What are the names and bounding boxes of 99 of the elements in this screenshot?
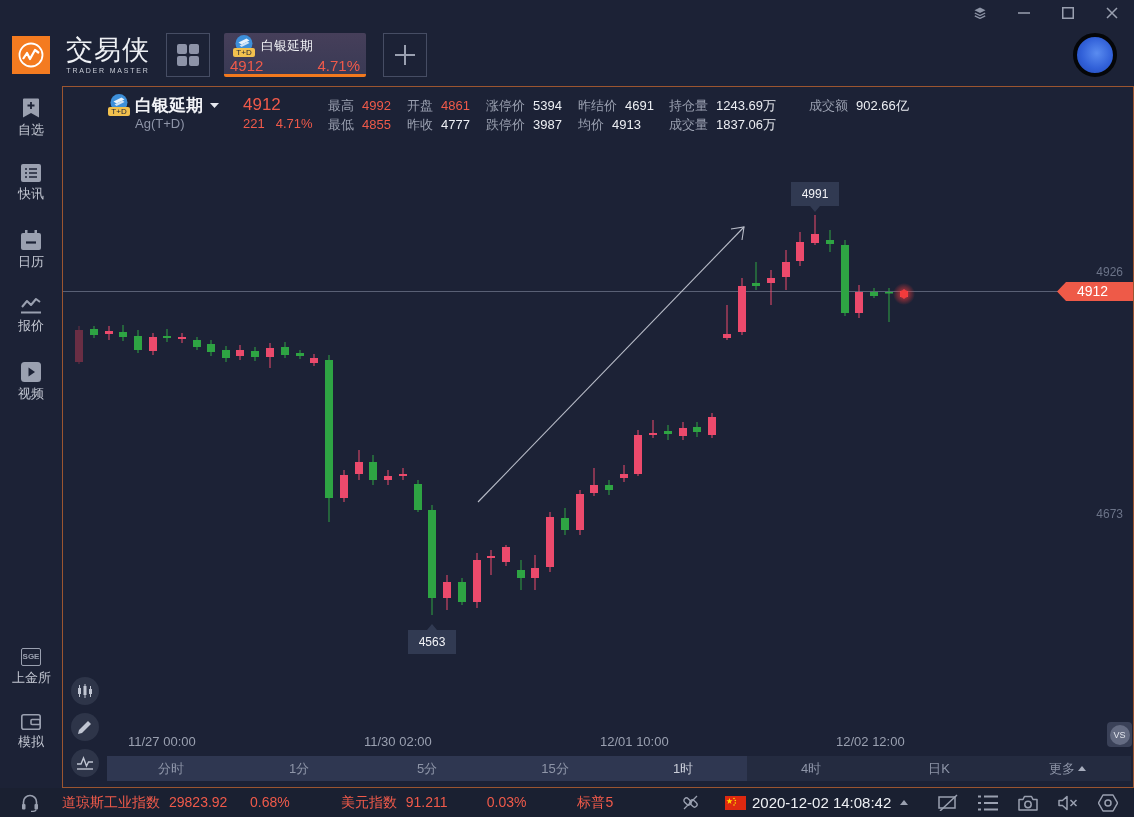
instrument-tab[interactable]: T+D 白银延期 4912 4.71% — [224, 33, 366, 77]
sidebar-item[interactable]: SGE 上金所 — [0, 648, 62, 714]
bookmark-plus-icon — [22, 98, 40, 118]
stat-label: 昨收 — [407, 115, 433, 134]
add-tab-button[interactable] — [383, 33, 427, 77]
camera-icon[interactable] — [1018, 794, 1038, 811]
stat-label: 涨停价 — [486, 96, 525, 115]
stat-value: 1837.06万 — [716, 115, 776, 134]
indicator-tool-button[interactable] — [71, 749, 99, 777]
candlestick-icon — [77, 684, 93, 698]
stat-label: 持仓量 — [669, 96, 708, 115]
link-icon[interactable] — [682, 794, 699, 811]
tab-change: 4.71% — [317, 57, 360, 74]
sidebar-item[interactable]: 报价 — [0, 296, 62, 362]
ticker-change: 0.03% — [486, 793, 527, 812]
ticker-value: 91.211 — [405, 793, 449, 812]
period-tab[interactable]: 5分 — [363, 756, 491, 781]
clock-datetime: 2020-12-02 14:08:42 — [752, 794, 892, 811]
sidebar-item[interactable]: 自选 — [0, 98, 62, 164]
period-tab[interactable]: 1分 — [235, 756, 363, 781]
stat-label: 开盘 — [407, 96, 433, 115]
sidebar-item[interactable]: 视频 — [0, 362, 62, 428]
period-tab[interactable]: 更多 — [1003, 756, 1131, 781]
change-percent: 4.71% — [275, 115, 313, 132]
high-price-tooltip: 4991 — [791, 182, 839, 212]
line-chart-icon — [21, 296, 41, 314]
last-price: 4912 — [243, 95, 282, 115]
sidebar-item[interactable]: 快讯 — [0, 164, 62, 230]
logo-icon — [12, 36, 50, 74]
stat-value: 1243.69万 — [716, 96, 776, 115]
time-axis-label: 12/01 10:00 — [600, 733, 670, 749]
pencil-icon — [78, 720, 92, 734]
calendar-icon — [21, 230, 41, 250]
price-axis-label: 4926 — [1096, 265, 1123, 279]
period-tab[interactable]: 4时 — [747, 756, 875, 781]
list-icon[interactable] — [978, 794, 998, 811]
play-icon — [21, 362, 41, 382]
draw-tool-button[interactable] — [71, 713, 99, 741]
settings-icon[interactable] — [1098, 793, 1118, 812]
stat-label: 跌停价 — [486, 115, 525, 134]
layers-icon — [974, 7, 986, 19]
stat-value: 3987 — [533, 117, 562, 132]
ticker-name: 美元指数 — [340, 793, 397, 812]
stat-value: 5394 — [533, 98, 562, 113]
sidebar-item[interactable]: 模拟 — [0, 714, 62, 780]
caret-up-icon — [1077, 766, 1086, 771]
caret-down-icon[interactable] — [210, 102, 219, 108]
caret-up-icon[interactable] — [900, 800, 909, 805]
ticker-change: 0.68% — [250, 793, 290, 812]
time-axis-label: 11/27 00:00 — [128, 733, 197, 749]
stat-label: 成交量 — [669, 115, 708, 134]
period-tab[interactable]: 日K — [875, 756, 1003, 781]
stat-value: 4777 — [441, 117, 470, 132]
exchange-logo: SGE — [21, 648, 41, 666]
stat-value: 4855 — [362, 117, 391, 132]
instrument-code: Ag(T+D) — [135, 116, 186, 131]
stat-value: 4861 — [441, 98, 470, 113]
instrument-name[interactable]: 白银延期 — [135, 93, 203, 117]
pulse-icon — [77, 756, 93, 770]
stat-label: 成交额 — [809, 96, 848, 115]
flag-icon — [725, 795, 746, 810]
stat-label: 昨结价 — [578, 96, 617, 115]
ticker-name: 道琼斯工业指数 — [62, 793, 160, 812]
stat-value: 4913 — [612, 117, 641, 132]
grid-icon — [177, 44, 199, 66]
screen-off-icon[interactable] — [938, 794, 958, 811]
period-tab[interactable]: 1时 — [619, 756, 747, 781]
minimize-icon — [1018, 12, 1030, 14]
mute-icon[interactable] — [1058, 794, 1078, 811]
layout-button[interactable] — [166, 33, 210, 77]
price-axis-label: 4673 — [1096, 507, 1123, 521]
ticker-name: 标普5 — [577, 793, 614, 812]
stat-label: 最低 — [328, 115, 354, 134]
stat-label: 最高 — [328, 96, 354, 115]
list-icon — [21, 164, 41, 182]
stat-value: 902.66亿 — [856, 96, 909, 115]
compare-button[interactable]: VS — [1107, 722, 1132, 747]
stat-value: 4691 — [625, 98, 654, 113]
price-change: 221 — [243, 115, 265, 132]
app-name: 交易侠 — [66, 35, 150, 65]
time-axis-label: 11/30 02:00 — [364, 733, 433, 749]
close-icon — [1106, 7, 1118, 19]
time-axis-label: 12/02 12:00 — [836, 733, 906, 749]
ticker-value: 29823.92 — [169, 793, 229, 812]
period-tab[interactable]: 15分 — [491, 756, 619, 781]
tab-price: 4912 — [230, 57, 264, 74]
current-price-tag: 4912 — [1057, 282, 1133, 301]
stat-label: 均价 — [578, 115, 604, 134]
candlestick-tool-button[interactable] — [71, 677, 99, 705]
avatar[interactable] — [1073, 33, 1117, 77]
stat-value: 4992 — [362, 98, 391, 113]
plus-icon — [395, 45, 415, 65]
period-tab[interactable]: 分时 — [107, 756, 235, 781]
tab-title: 白银延期 — [261, 36, 313, 55]
wallet-icon — [21, 714, 41, 730]
sidebar-item[interactable]: 日历 — [0, 230, 62, 296]
maximize-icon — [1062, 7, 1074, 19]
low-price-tooltip: 4563 — [408, 624, 456, 654]
headset-icon[interactable] — [21, 793, 39, 812]
